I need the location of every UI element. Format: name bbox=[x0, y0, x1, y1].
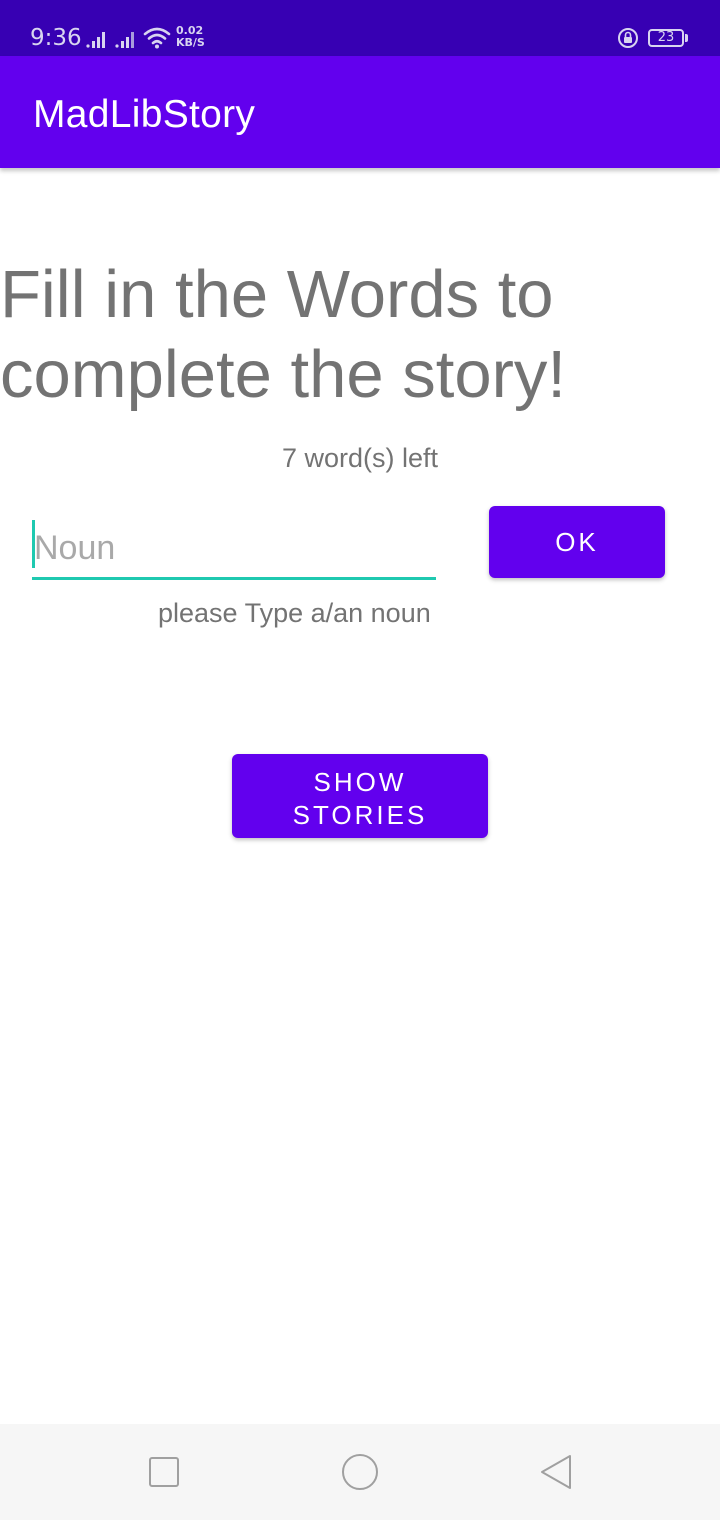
app-title: MadLibStory bbox=[33, 93, 256, 136]
recents-icon[interactable] bbox=[138, 1446, 190, 1498]
home-icon[interactable] bbox=[334, 1446, 386, 1498]
rotation-lock-icon bbox=[618, 28, 638, 48]
battery-icon: 23 bbox=[648, 29, 684, 47]
wifi-icon bbox=[143, 27, 171, 49]
headline-line-2: complete the story! bbox=[0, 337, 567, 412]
network-speed-unit: KB/S bbox=[176, 36, 205, 49]
input-hint: please Type a/an noun bbox=[158, 598, 431, 628]
text-cursor bbox=[32, 520, 35, 568]
app-bar: MadLibStory bbox=[0, 56, 720, 168]
cell-signal-icon bbox=[86, 32, 105, 48]
navigation-bar bbox=[0, 1424, 720, 1520]
battery-tip bbox=[685, 34, 688, 42]
back-icon[interactable] bbox=[530, 1446, 582, 1498]
status-time: 9:36 bbox=[30, 25, 82, 51]
status-bar: 9:36 0.02 KB/S 23 bbox=[0, 0, 720, 56]
cell-signal-icon bbox=[115, 32, 134, 48]
show-stories-label-line-2: STORIES bbox=[292, 800, 428, 830]
page-headline: Fill in the Words to complete the story! bbox=[0, 255, 720, 415]
show-stories-button[interactable]: SHOW STORIES bbox=[232, 754, 488, 838]
word-input[interactable] bbox=[32, 520, 436, 580]
headline-line-1: Fill in the Words to bbox=[0, 257, 554, 332]
show-stories-label-line-1: SHOW bbox=[313, 767, 407, 797]
network-speed: 0.02 KB/S bbox=[176, 25, 205, 49]
ok-button[interactable]: OK bbox=[489, 506, 665, 578]
words-left-counter: 7 word(s) left bbox=[281, 443, 439, 473]
